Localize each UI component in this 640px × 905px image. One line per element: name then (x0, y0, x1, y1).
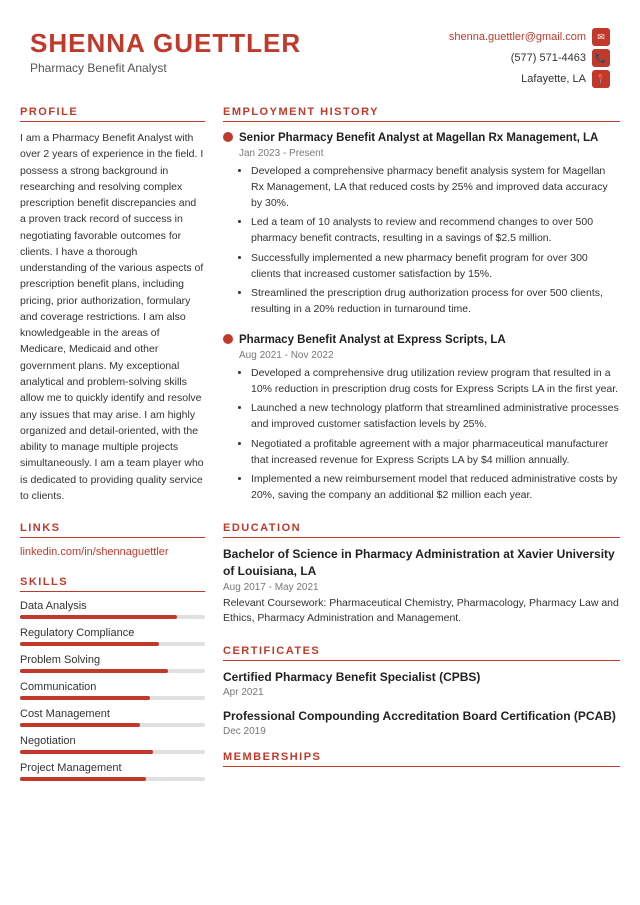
job-bullet: Developed a comprehensive pharmacy benef… (251, 164, 620, 211)
job-bullet: Successfully implemented a new pharmacy … (251, 251, 620, 283)
certificates-section-title: CERTIFICATES (223, 645, 620, 661)
skill-name: Data Analysis (20, 600, 205, 612)
skill-name: Cost Management (20, 708, 205, 720)
job-title-text: Senior Pharmacy Benefit Analyst at Magel… (239, 130, 598, 146)
edu-dates: Aug 2017 - May 2021 (223, 582, 620, 593)
skill-name: Regulatory Compliance (20, 627, 205, 639)
job-dates: Jan 2023 - Present (239, 148, 620, 159)
job-bullet: Streamlined the prescription drug author… (251, 286, 620, 318)
skill-bar-bg (20, 777, 205, 781)
header-right: shenna.guettler@gmail.com ✉ (577) 571-44… (449, 28, 610, 88)
skill-bar-fill (20, 777, 146, 781)
skills-section-title: SKILLS (20, 576, 205, 592)
candidate-name: SHENNA GUETTLER (30, 28, 301, 59)
skill-bar-bg (20, 642, 205, 646)
email-link[interactable]: shenna.guettler@gmail.com (449, 31, 586, 43)
skill-item: Negotiation (20, 735, 205, 754)
job-title-row: Pharmacy Benefit Analyst at Express Scri… (223, 332, 620, 348)
cert-entry: Professional Compounding Accreditation B… (223, 708, 620, 737)
skill-bar-fill (20, 750, 153, 754)
cert-title: Certified Pharmacy Benefit Specialist (C… (223, 669, 620, 686)
skill-bar-bg (20, 723, 205, 727)
skill-name: Negotiation (20, 735, 205, 747)
job-bullet: Negotiated a profitable agreement with a… (251, 437, 620, 469)
phone-contact: (577) 571-4463 📞 (511, 49, 610, 67)
employment-section-title: EMPLOYMENT HISTORY (223, 106, 620, 122)
education-section-title: EDUCATION (223, 522, 620, 538)
job-dot (223, 132, 233, 142)
job-entry: Pharmacy Benefit Analyst at Express Scri… (223, 332, 620, 504)
linkedin-link[interactable]: linkedin.com/in/shennaguettler (20, 546, 169, 558)
links-section-title: LINKS (20, 522, 205, 538)
skills-list: Data Analysis Regulatory Compliance Prob… (20, 600, 205, 781)
email-icon: ✉ (592, 28, 610, 46)
skill-bar-fill (20, 723, 140, 727)
cert-title: Professional Compounding Accreditation B… (223, 708, 620, 725)
skill-item: Problem Solving (20, 654, 205, 673)
job-entry: Senior Pharmacy Benefit Analyst at Magel… (223, 130, 620, 318)
left-column: PROFILE I am a Pharmacy Benefit Analyst … (20, 106, 205, 885)
job-bullets-list: Developed a comprehensive pharmacy benef… (239, 164, 620, 318)
skill-name: Problem Solving (20, 654, 205, 666)
certificates-list: Certified Pharmacy Benefit Specialist (C… (223, 669, 620, 737)
right-column: EMPLOYMENT HISTORY Senior Pharmacy Benef… (223, 106, 620, 885)
main-content: PROFILE I am a Pharmacy Benefit Analyst … (0, 106, 640, 905)
candidate-title: Pharmacy Benefit Analyst (30, 61, 301, 75)
email-contact: shenna.guettler@gmail.com ✉ (449, 28, 610, 46)
skill-name: Project Management (20, 762, 205, 774)
skill-item: Cost Management (20, 708, 205, 727)
location-text: Lafayette, LA (521, 73, 586, 85)
job-title-row: Senior Pharmacy Benefit Analyst at Magel… (223, 130, 620, 146)
job-dot (223, 334, 233, 344)
job-bullet: Launched a new technology platform that … (251, 401, 620, 433)
jobs-list: Senior Pharmacy Benefit Analyst at Magel… (223, 130, 620, 504)
skill-bar-bg (20, 696, 205, 700)
skill-name: Communication (20, 681, 205, 693)
skill-item: Project Management (20, 762, 205, 781)
profile-section-title: PROFILE (20, 106, 205, 122)
skill-item: Communication (20, 681, 205, 700)
phone-text: (577) 571-4463 (511, 52, 586, 64)
job-dates: Aug 2021 - Nov 2022 (239, 350, 620, 361)
cert-entry: Certified Pharmacy Benefit Specialist (C… (223, 669, 620, 698)
memberships-section-title: MEMBERSHIPS (223, 751, 620, 767)
job-bullet: Led a team of 10 analysts to review and … (251, 215, 620, 247)
skill-item: Data Analysis (20, 600, 205, 619)
profile-text: I am a Pharmacy Benefit Analyst with ove… (20, 130, 205, 504)
edu-entry: Bachelor of Science in Pharmacy Administ… (223, 546, 620, 627)
phone-icon: 📞 (592, 49, 610, 67)
edu-coursework: Relevant Coursework: Pharmaceutical Chem… (223, 596, 620, 628)
cert-date: Dec 2019 (223, 726, 620, 737)
skill-bar-fill (20, 669, 168, 673)
location-icon: 📍 (592, 70, 610, 88)
cert-date: Apr 2021 (223, 687, 620, 698)
edu-title: Bachelor of Science in Pharmacy Administ… (223, 546, 620, 580)
skill-bar-bg (20, 669, 205, 673)
skill-bar-fill (20, 642, 159, 646)
location-contact: Lafayette, LA 📍 (521, 70, 610, 88)
header-left: SHENNA GUETTLER Pharmacy Benefit Analyst (30, 28, 301, 75)
education-list: Bachelor of Science in Pharmacy Administ… (223, 546, 620, 627)
header: SHENNA GUETTLER Pharmacy Benefit Analyst… (0, 0, 640, 106)
skill-bar-fill (20, 696, 150, 700)
skill-bar-bg (20, 615, 205, 619)
job-bullets-list: Developed a comprehensive drug utilizati… (239, 366, 620, 504)
skill-item: Regulatory Compliance (20, 627, 205, 646)
skill-bar-fill (20, 615, 177, 619)
resume-page: SHENNA GUETTLER Pharmacy Benefit Analyst… (0, 0, 640, 905)
skill-bar-bg (20, 750, 205, 754)
job-bullet: Implemented a new reimbursement model th… (251, 472, 620, 504)
job-title-text: Pharmacy Benefit Analyst at Express Scri… (239, 332, 506, 348)
job-bullet: Developed a comprehensive drug utilizati… (251, 366, 620, 398)
